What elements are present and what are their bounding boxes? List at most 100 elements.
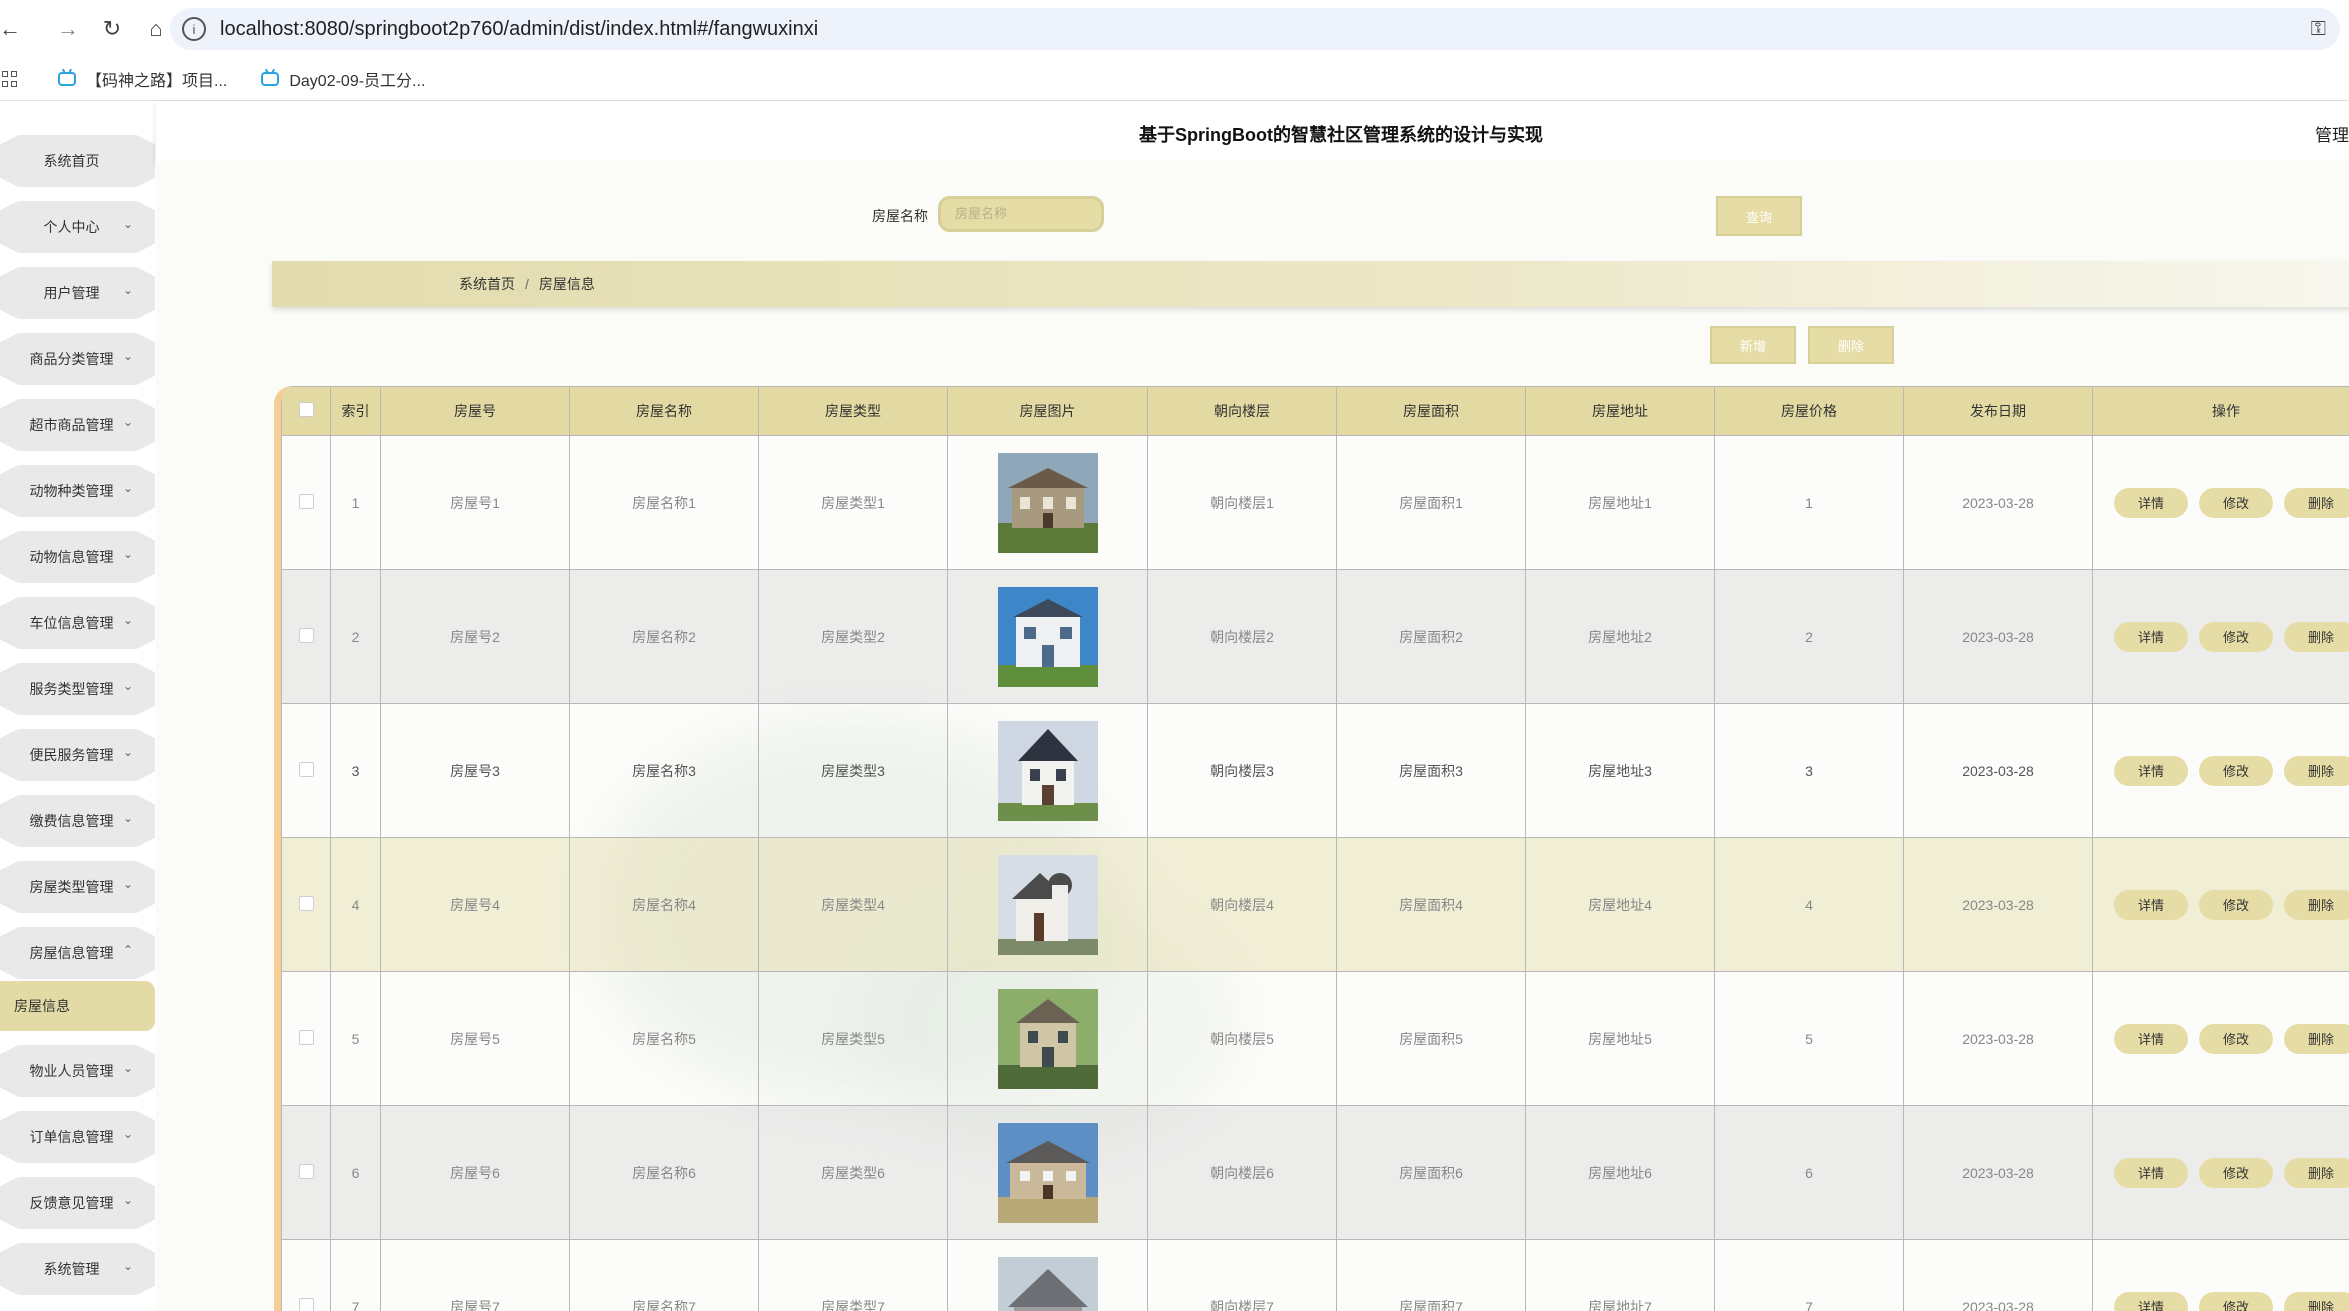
cell-area: 房屋面积5 (1336, 971, 1526, 1106)
row-select-cell (281, 971, 331, 1106)
reload-icon[interactable]: ↻ (90, 7, 134, 51)
cell-date: 2023-03-28 (1903, 703, 2093, 838)
row-checkbox[interactable] (298, 493, 314, 509)
password-key-icon[interactable]: ⚿ (2311, 18, 2326, 41)
row-checkbox[interactable] (298, 1163, 314, 1179)
bookmark-1[interactable]: 【码神之路】项目... (58, 67, 227, 91)
edit-button[interactable]: 修改 (2199, 1291, 2273, 1311)
bookmark-2[interactable]: Day02-09-员工分... (261, 67, 425, 91)
edit-button[interactable]: 修改 (2199, 487, 2273, 518)
cell-house-number: 房屋号2 (380, 569, 570, 704)
row-checkbox[interactable] (298, 1029, 314, 1045)
sidebar-item-convenience[interactable]: 便民服务管理 ⌄ (0, 729, 155, 781)
chevron-down-icon: ⌄ (122, 679, 133, 693)
house-name-search-input[interactable]: 房屋名称 (938, 196, 1104, 232)
chevron-down-icon: ⌄ (122, 745, 133, 759)
sidebar-item-payment[interactable]: 缴费信息管理 ⌄ (0, 795, 155, 847)
sidebar-item-users[interactable]: 用户管理 ⌄ (0, 267, 155, 319)
breadcrumb-current: 房屋信息 (538, 276, 595, 292)
cell-address: 房屋地址5 (1525, 971, 1715, 1106)
cell-address: 房屋地址6 (1525, 1105, 1715, 1240)
forward-icon[interactable]: → (46, 7, 90, 51)
row-select-cell (281, 703, 331, 838)
detail-button[interactable]: 详情 (2114, 1157, 2188, 1188)
add-button[interactable]: 新增 (1710, 326, 1796, 364)
sidebar-item-service-type[interactable]: 服务类型管理 ⌄ (0, 663, 155, 715)
detail-button[interactable]: 详情 (2114, 621, 2188, 652)
delete-button[interactable]: 删除 (2284, 1023, 2349, 1054)
breadcrumb-home[interactable]: 系统首页 (459, 274, 515, 294)
sidebar-item-property-staff[interactable]: 物业人员管理 ⌄ (0, 1045, 155, 1097)
sidebar-item-animal-info[interactable]: 动物信息管理 ⌄ (0, 531, 155, 583)
delete-button[interactable]: 删除 (2284, 621, 2349, 652)
detail-button[interactable]: 详情 (2114, 487, 2188, 518)
edit-button[interactable]: 修改 (2199, 621, 2273, 652)
edit-button[interactable]: 修改 (2199, 889, 2273, 920)
batch-delete-button[interactable]: 删除 (1808, 326, 1894, 364)
cell-price: 3 (1714, 703, 1904, 838)
cell-house-type: 房屋类型3 (758, 703, 948, 838)
cell-orientation-floor: 朝向楼层6 (1147, 1105, 1337, 1240)
sidebar-item-animal-species[interactable]: 动物种类管理 ⌄ (0, 465, 155, 517)
chevron-up-icon: ⌃ (122, 943, 133, 957)
delete-button[interactable]: 删除 (2284, 889, 2349, 920)
table-row: 6 房屋号6 房屋名称6 房屋类型6 朝向楼层6 房屋面积6 房屋地址6 6 2… (281, 1105, 2349, 1240)
delete-button[interactable]: 删除 (2284, 755, 2349, 786)
cell-address: 房屋地址2 (1525, 569, 1715, 704)
chevron-down-icon: ⌄ (122, 811, 133, 825)
cell-house-type: 房屋类型4 (758, 837, 948, 972)
sidebar-item-parking[interactable]: 车位信息管理 ⌄ (0, 597, 155, 649)
apps-grid-icon[interactable] (2, 71, 18, 87)
back-icon[interactable]: ← (0, 7, 21, 51)
sidebar-item-personal[interactable]: 个人中心 ⌄ (0, 201, 155, 253)
house-photo (997, 854, 1098, 955)
cell-house-number: 房屋号7 (380, 1239, 570, 1311)
chevron-down-icon: ⌄ (122, 1259, 133, 1273)
edit-button[interactable]: 修改 (2199, 1023, 2273, 1054)
delete-button[interactable]: 删除 (2284, 487, 2349, 518)
edit-button[interactable]: 修改 (2199, 1157, 2273, 1188)
sidebar-item-orders[interactable]: 订单信息管理 ⌄ (0, 1111, 155, 1163)
cell-house-image (947, 569, 1148, 704)
cell-orientation-floor: 朝向楼层4 (1147, 837, 1337, 972)
edit-button[interactable]: 修改 (2199, 755, 2273, 786)
sidebar-item-home[interactable]: 系统首页 (0, 135, 155, 187)
sidebar-item-house-info[interactable]: 房屋信息管理 ⌃ (0, 927, 155, 979)
sidebar-subitem-house-info[interactable]: 房屋信息 (0, 981, 155, 1031)
delete-button[interactable]: 删除 (2284, 1157, 2349, 1188)
cell-house-number: 房屋号1 (380, 435, 570, 570)
row-select-cell (281, 837, 331, 972)
chevron-down-icon: ⌄ (122, 283, 133, 297)
site-info-icon[interactable]: i (182, 17, 206, 41)
select-all-checkbox[interactable] (298, 402, 314, 417)
column-header: 房屋价格 (1714, 386, 1904, 436)
sidebar-item-market-products[interactable]: 超市商品管理 ⌄ (0, 399, 155, 451)
detail-button[interactable]: 详情 (2114, 1023, 2188, 1054)
row-checkbox[interactable] (298, 761, 314, 777)
table-row: 2 房屋号2 房屋名称2 房屋类型2 朝向楼层2 房屋面积2 房屋地址2 2 2… (281, 569, 2349, 704)
detail-button[interactable]: 详情 (2114, 755, 2188, 786)
sidebar-item-label: 订单信息管理 (29, 1129, 114, 1145)
cell-date: 2023-03-28 (1903, 971, 2093, 1106)
sidebar-item-label: 动物信息管理 (29, 549, 114, 565)
search-button[interactable]: 查询 (1716, 196, 1802, 236)
detail-button[interactable]: 详情 (2114, 1291, 2188, 1311)
address-bar[interactable]: i localhost:8080/springboot2p760/admin/d… (170, 8, 2340, 50)
chevron-down-icon: ⌄ (122, 481, 133, 495)
delete-button[interactable]: 删除 (2284, 1291, 2349, 1311)
sidebar-item-product-category[interactable]: 商品分类管理 ⌄ (0, 333, 155, 385)
user-menu[interactable]: 管理 (2315, 121, 2349, 146)
row-checkbox[interactable] (298, 627, 314, 643)
sidebar: 系统首页 个人中心 ⌄ 用户管理 ⌄ 商品分类管理 ⌄ 超市商品管理 ⌄ 动物种类管理 ⌄… (0, 101, 155, 1311)
sidebar-item-house-type[interactable]: 房屋类型管理 ⌄ (0, 861, 155, 913)
row-checkbox[interactable] (298, 1297, 314, 1311)
cell-price: 4 (1714, 837, 1904, 972)
row-checkbox[interactable] (298, 895, 314, 911)
cell-area: 房屋面积2 (1336, 569, 1526, 704)
sidebar-item-label: 缴费信息管理 (29, 813, 114, 829)
column-header: 房屋地址 (1525, 386, 1715, 436)
sidebar-item-system[interactable]: 系统管理 ⌄ (0, 1243, 155, 1295)
sidebar-item-feedback[interactable]: 反馈意见管理 ⌄ (0, 1177, 155, 1229)
cell-house-name: 房屋名称1 (569, 435, 759, 570)
detail-button[interactable]: 详情 (2114, 889, 2188, 920)
